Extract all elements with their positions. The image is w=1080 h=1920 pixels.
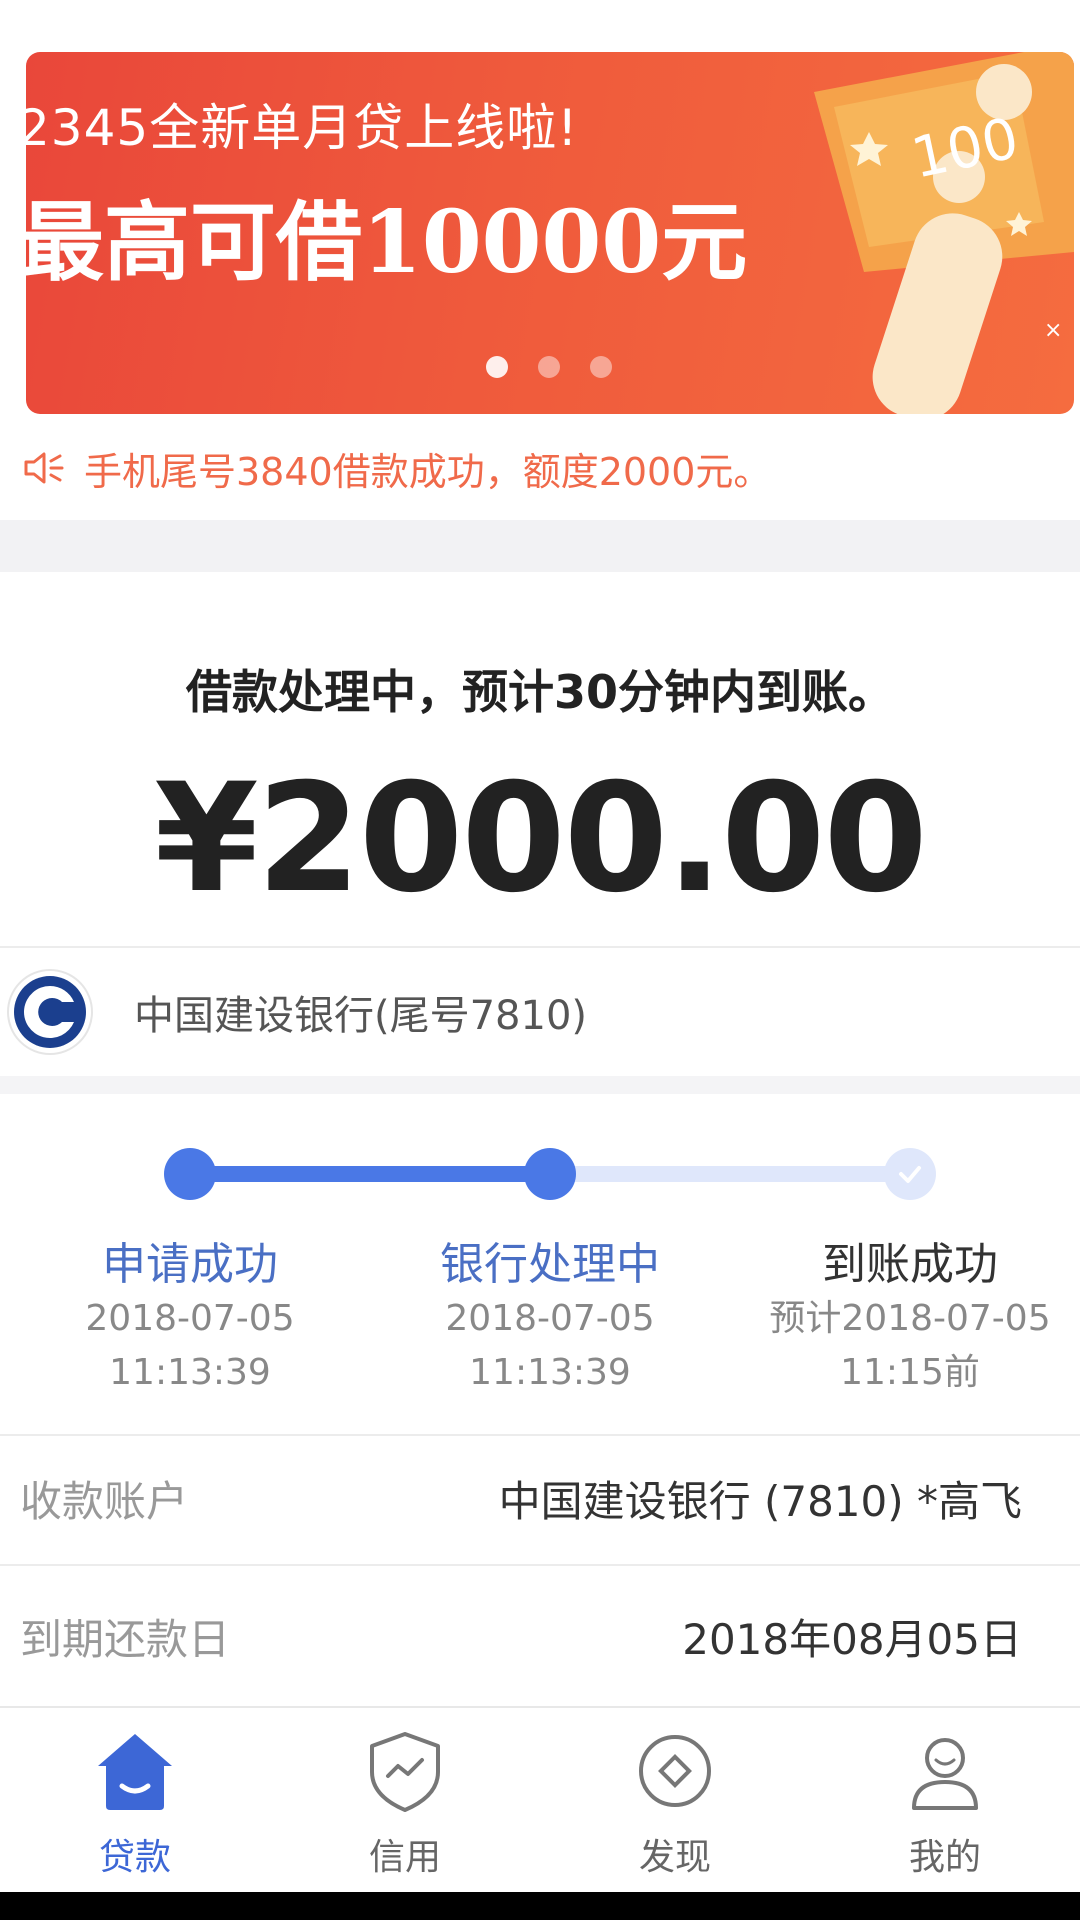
divider [0,946,1080,948]
banner-section: 2345全新单月贷上线啦! 最高可借10000元 100 × 手机尾号3840借… [0,0,1080,520]
bank-name: 中国建设银行(尾号7810) [134,993,588,1039]
due-date-label: 到期还款日 [20,1614,231,1664]
carousel-dots[interactable] [486,356,612,378]
section-divider [0,1076,1080,1094]
tab-label: 我的 [908,1837,981,1878]
promo-banner[interactable]: 2345全新单月贷上线啦! 最高可借10000元 100 × [26,52,1074,414]
progress-step-arrived: 到账成功 预计2018-07-05 11:15前 [730,1228,1080,1400]
progress-node-arrived [884,1148,936,1200]
tab-discover[interactable]: 发现 [540,1708,810,1892]
progress-step-processing: 银行处理中 2018-07-05 11:13:39 [370,1228,730,1400]
tab-credit[interactable]: 信用 [270,1708,540,1892]
step-time: 11:13:39 [109,1352,271,1393]
carousel-dot[interactable] [590,356,612,378]
account-value: 中国建设银行 (7810) *高飞 [498,1476,1022,1526]
progress-step-applied: 申请成功 2018-07-05 11:13:39 [10,1228,370,1400]
carousel-dot[interactable] [486,356,508,378]
banner-headline: 2345全新单月贷上线啦! [26,99,579,157]
bank-card-row: 中国建设银行(尾号7810) [0,952,1080,1072]
step-date: 2018-07-05 [445,1298,655,1339]
system-navigation-strip [0,1892,1080,1920]
tab-loan[interactable]: 贷款 [0,1708,270,1892]
receiving-account-row: 收款账户 中国建设银行 (7810) *高飞 [0,1436,1080,1560]
tab-label: 贷款 [98,1837,171,1878]
svg-text:×: × [1044,318,1062,343]
step-time: 11:13:39 [469,1352,631,1393]
loan-progress-tracker: 申请成功 2018-07-05 11:13:39 银行处理中 2018-07-0… [0,1130,1080,1393]
ccb-bank-logo-icon [7,969,93,1055]
step-label: 申请成功 [102,1239,278,1290]
progress-track-completed [190,1166,550,1182]
account-label: 收款账户 [20,1476,189,1526]
tab-label: 信用 [368,1837,441,1878]
home-icon [98,1734,172,1810]
step-time: 11:15前 [840,1352,980,1393]
compass-icon [639,1735,711,1807]
speaker-icon [24,452,64,484]
banner-subheadline: 最高可借10000元 [26,192,748,293]
step-date: 2018-07-05 [85,1298,295,1339]
loan-amount: ¥2000.00 [154,752,928,926]
section-divider [0,520,1080,572]
divider [0,1564,1080,1566]
carousel-dot[interactable] [538,356,560,378]
check-icon [899,1166,921,1183]
step-label: 到账成功 [822,1239,998,1290]
notice-bar: 手机尾号3840借款成功，额度2000元。 [22,440,771,496]
money-hand-illustration: 100 × [814,52,1074,414]
due-date-row: 到期还款日 2018年08月05日 [0,1574,1080,1698]
tab-label: 发现 [638,1837,711,1878]
loan-status-title: 借款处理中，预计30分钟内到账。 [185,665,894,719]
due-date-value: 2018年08月05日 [682,1614,1022,1664]
progress-track-pending [550,1166,910,1182]
progress-node-processing [524,1148,576,1200]
shield-icon [370,1732,440,1812]
step-label: 银行处理中 [440,1239,660,1290]
tab-mine[interactable]: 我的 [810,1708,1080,1892]
user-icon [912,1738,978,1810]
step-date: 预计2018-07-05 [769,1298,1051,1339]
progress-node-applied [164,1148,216,1200]
bottom-tab-bar: 贷款 信用 发现 我的 [0,1706,1080,1892]
notice-text: 手机尾号3840借款成功，额度2000元。 [84,449,772,494]
